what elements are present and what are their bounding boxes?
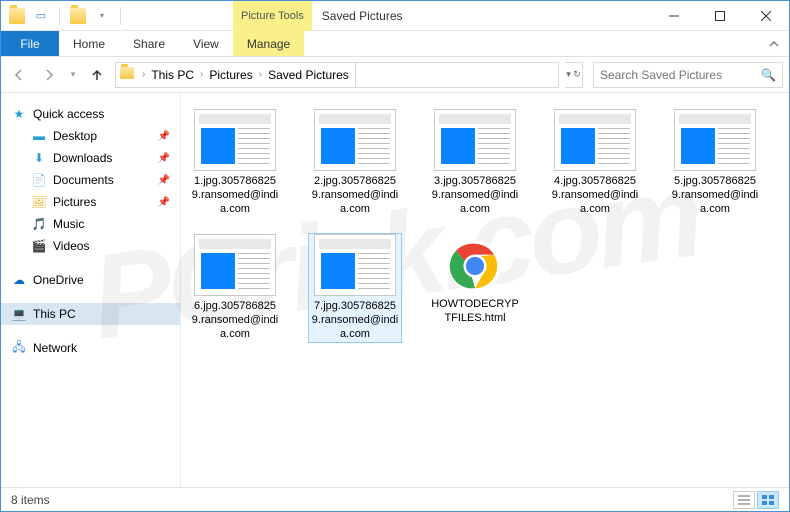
sidebar-network[interactable]: 🖧Network: [1, 337, 180, 359]
separator: [59, 7, 60, 25]
window-controls: [651, 1, 789, 31]
sidebar-item-downloads[interactable]: ⬇Downloads📌: [1, 147, 180, 169]
file-item[interactable]: 4.jpg.3057868259.ransomed@india.com: [549, 109, 641, 216]
folder-icon: [7, 6, 27, 26]
file-item[interactable]: 5.jpg.3057868259.ransomed@india.com: [669, 109, 761, 216]
file-thumbnail: [674, 109, 756, 171]
file-name: HOWTODECRYPTFILES.html: [429, 298, 521, 326]
file-item[interactable]: 6.jpg.3057868259.ransomed@india.com: [189, 234, 281, 341]
pictures-icon: 🖼: [31, 194, 47, 210]
sidebar-onedrive[interactable]: ☁OneDrive: [1, 269, 180, 291]
details-view-button[interactable]: [733, 491, 755, 509]
search-icon[interactable]: 🔍: [761, 68, 776, 82]
tab-view[interactable]: View: [179, 31, 233, 56]
title-bar: ▭ ▾ Picture Tools Saved Pictures: [1, 1, 789, 31]
downloads-icon: ⬇: [31, 150, 47, 166]
sidebar-quick-access[interactable]: ★ Quick access: [1, 103, 180, 125]
sidebar-item-videos[interactable]: 🎬Videos: [1, 235, 180, 257]
file-list[interactable]: 1.jpg.3057868259.ransomed@india.com 2.jpg…: [181, 93, 789, 487]
file-thumbnail: [194, 109, 276, 171]
file-thumbnail: [554, 109, 636, 171]
refresh-button[interactable]: [355, 63, 364, 87]
nav-bar: ▾ › This PC › Pictures › Saved Pictures …: [1, 57, 789, 93]
sidebar-item-desktop[interactable]: ▬Desktop📌: [1, 125, 180, 147]
pin-icon: 📌: [158, 131, 170, 142]
file-name: 7.jpg.3057868259.ransomed@india.com: [309, 300, 401, 341]
thumbnails-view-button[interactable]: [757, 491, 779, 509]
sidebar-label: Quick access: [33, 107, 104, 121]
file-item[interactable]: 7.jpg.3057868259.ransomed@india.com: [309, 234, 401, 341]
qat-dropdown-icon[interactable]: ▾: [92, 6, 112, 26]
chevron-right-icon[interactable]: ›: [196, 69, 207, 80]
properties-icon[interactable]: ▭: [31, 6, 51, 26]
chevron-right-icon[interactable]: ›: [138, 69, 149, 80]
recent-dropdown-icon[interactable]: ▾: [67, 63, 79, 87]
sidebar-this-pc[interactable]: 💻This PC: [1, 303, 180, 325]
ribbon-collapse-icon[interactable]: [759, 31, 789, 56]
contextual-tab-group: Picture Tools: [233, 1, 312, 31]
close-button[interactable]: [743, 1, 789, 31]
file-item[interactable]: HOWTODECRYPTFILES.html: [429, 234, 521, 341]
forward-button[interactable]: [37, 63, 61, 87]
tab-manage[interactable]: Manage: [233, 31, 304, 56]
chevron-right-icon[interactable]: ›: [255, 69, 266, 80]
file-item[interactable]: 2.jpg.3057868259.ransomed@india.com: [309, 109, 401, 216]
minimize-button[interactable]: [651, 1, 697, 31]
folder-icon: [120, 67, 136, 83]
folder-icon: [68, 6, 88, 26]
desktop-icon: ▬: [31, 128, 47, 144]
file-name: 3.jpg.3057868259.ransomed@india.com: [429, 175, 521, 216]
pc-icon: 💻: [11, 306, 27, 322]
status-bar: 8 items: [1, 487, 789, 511]
sidebar-item-documents[interactable]: 📄Documents📌: [1, 169, 180, 191]
music-icon: 🎵: [31, 216, 47, 232]
maximize-button[interactable]: [697, 1, 743, 31]
file-thumbnail: [434, 109, 516, 171]
cloud-icon: ☁: [11, 272, 27, 288]
search-box[interactable]: 🔍: [593, 62, 783, 88]
up-button[interactable]: [85, 63, 109, 87]
file-item[interactable]: 3.jpg.3057868259.ransomed@india.com: [429, 109, 521, 216]
file-name: 2.jpg.3057868259.ransomed@india.com: [309, 175, 401, 216]
search-input[interactable]: [600, 68, 761, 82]
sidebar-item-music[interactable]: 🎵Music: [1, 213, 180, 235]
breadcrumb-segment[interactable]: Pictures: [209, 68, 252, 82]
back-button[interactable]: [7, 63, 31, 87]
pin-icon: 📌: [158, 175, 170, 186]
ribbon: File Home Share View Manage: [1, 31, 789, 57]
sidebar-item-pictures[interactable]: 🖼Pictures📌: [1, 191, 180, 213]
item-count: 8 items: [11, 493, 50, 507]
breadcrumb-segment[interactable]: This PC: [151, 68, 194, 82]
file-name: 5.jpg.3057868259.ransomed@india.com: [669, 175, 761, 216]
separator: [120, 7, 121, 25]
file-name: 1.jpg.3057868259.ransomed@india.com: [189, 175, 281, 216]
chrome-icon: [447, 238, 503, 294]
tab-home[interactable]: Home: [59, 31, 119, 56]
view-switcher: [733, 491, 779, 509]
file-thumbnail: [314, 109, 396, 171]
file-name: 4.jpg.3057868259.ransomed@india.com: [549, 175, 641, 216]
file-thumbnail: [314, 234, 396, 296]
address-bar[interactable]: › This PC › Pictures › Saved Pictures: [115, 62, 559, 88]
address-history-dropdown[interactable]: ▾ ↻: [565, 62, 583, 88]
pin-icon: 📌: [158, 153, 170, 164]
network-icon: 🖧: [11, 340, 27, 356]
window-title: Saved Pictures: [312, 9, 403, 23]
videos-icon: 🎬: [31, 238, 47, 254]
breadcrumb-segment[interactable]: Saved Pictures: [268, 68, 349, 82]
star-icon: ★: [11, 106, 27, 122]
documents-icon: 📄: [31, 172, 47, 188]
file-tab[interactable]: File: [1, 31, 59, 56]
nav-pane: ★ Quick access ▬Desktop📌 ⬇Downloads📌 📄Do…: [1, 93, 181, 487]
tab-share[interactable]: Share: [119, 31, 179, 56]
quick-access-toolbar: ▭ ▾: [1, 6, 125, 26]
file-name: 6.jpg.3057868259.ransomed@india.com: [189, 300, 281, 341]
file-thumbnail: [194, 234, 276, 296]
pin-icon: 📌: [158, 197, 170, 208]
file-item[interactable]: 1.jpg.3057868259.ransomed@india.com: [189, 109, 281, 216]
